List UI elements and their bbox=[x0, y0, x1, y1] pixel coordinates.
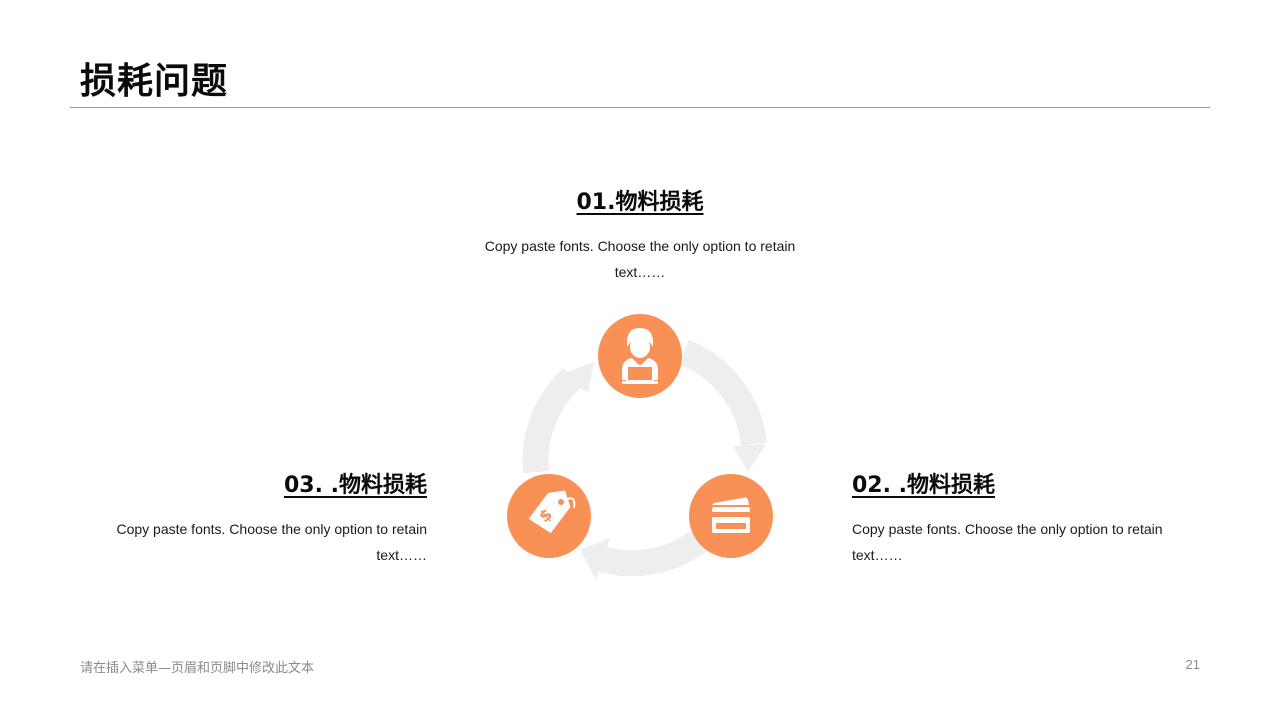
cycle-node-1 bbox=[598, 314, 682, 398]
page-title: 损耗问题 bbox=[80, 61, 229, 102]
title-divider bbox=[70, 107, 1210, 108]
cycle-arrow-bottom bbox=[594, 529, 708, 577]
cycle-node-2 bbox=[689, 474, 773, 558]
footer-text: 请在插入菜单—页眉和页脚中修改此文本 bbox=[80, 661, 315, 676]
page-number: 21 bbox=[1185, 657, 1200, 672]
cycle-graphic: $ bbox=[507, 314, 773, 580]
item-2-text: Copy paste fonts. Choose the only option… bbox=[852, 521, 1163, 563]
cycle-arrow-right-head bbox=[733, 444, 766, 472]
cycle-arrow-right bbox=[678, 339, 767, 446]
item-3-text: Copy paste fonts. Choose the only option… bbox=[116, 521, 427, 563]
item-1-text: Copy paste fonts. Choose the only option… bbox=[484, 238, 796, 280]
item-1-heading: 01.物料损耗 bbox=[576, 190, 704, 215]
item-3-heading: 03. .物料损耗 bbox=[284, 473, 427, 498]
cycle-arrow-left bbox=[522, 368, 582, 474]
cycle-diagram: $ bbox=[500, 310, 780, 590]
item-2-heading: 02. .物料损耗 bbox=[852, 473, 995, 498]
credit-card-icon bbox=[710, 497, 752, 535]
cycle-node-3: $ bbox=[507, 474, 591, 558]
